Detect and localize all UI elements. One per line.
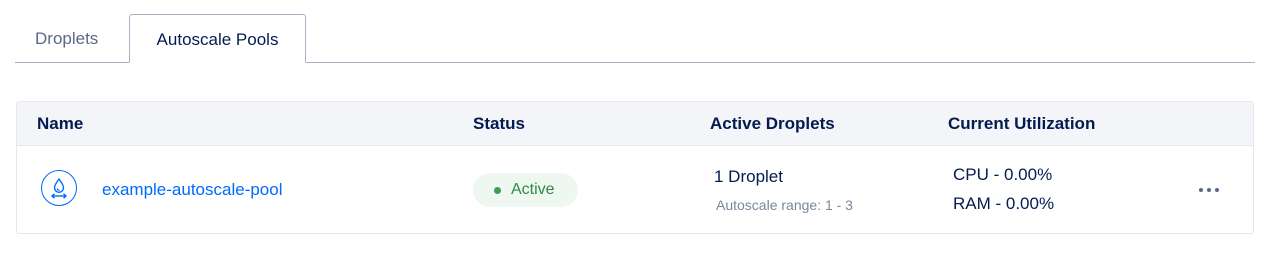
ram-utilization: RAM - 0.00% <box>953 194 1055 213</box>
status-label: Active <box>511 181 555 198</box>
status-badge: Active <box>473 173 578 207</box>
autoscale-pools-table: Name Status Active Droplets Current Util… <box>16 101 1254 234</box>
tab-droplets[interactable]: Droplets <box>35 14 98 63</box>
column-header-name: Name <box>37 114 84 133</box>
column-header-active-droplets: Active Droplets <box>710 114 835 133</box>
active-droplet-count: 1 Droplet <box>714 167 783 186</box>
table-header: Name Status Active Droplets Current Util… <box>17 102 1253 146</box>
status-dot-icon <box>494 187 501 194</box>
tab-autoscale-pools[interactable]: Autoscale Pools <box>129 14 306 63</box>
column-header-status: Status <box>473 114 525 133</box>
pool-name-link[interactable]: example-autoscale-pool <box>102 146 283 234</box>
dot <box>1215 188 1219 192</box>
cpu-utilization: CPU - 0.00% <box>953 165 1053 184</box>
table-row: example-autoscale-pool Active 1 Droplet … <box>17 146 1253 234</box>
dot <box>1207 188 1211 192</box>
autoscale-range: Autoscale range: 1 - 3 <box>716 197 853 213</box>
more-actions-icon[interactable] <box>1197 180 1221 200</box>
dot <box>1199 188 1203 192</box>
column-header-current-utilization: Current Utilization <box>948 114 1096 133</box>
tab-bar: Droplets Autoscale Pools <box>15 14 1255 63</box>
autoscale-pool-icon <box>41 170 77 206</box>
